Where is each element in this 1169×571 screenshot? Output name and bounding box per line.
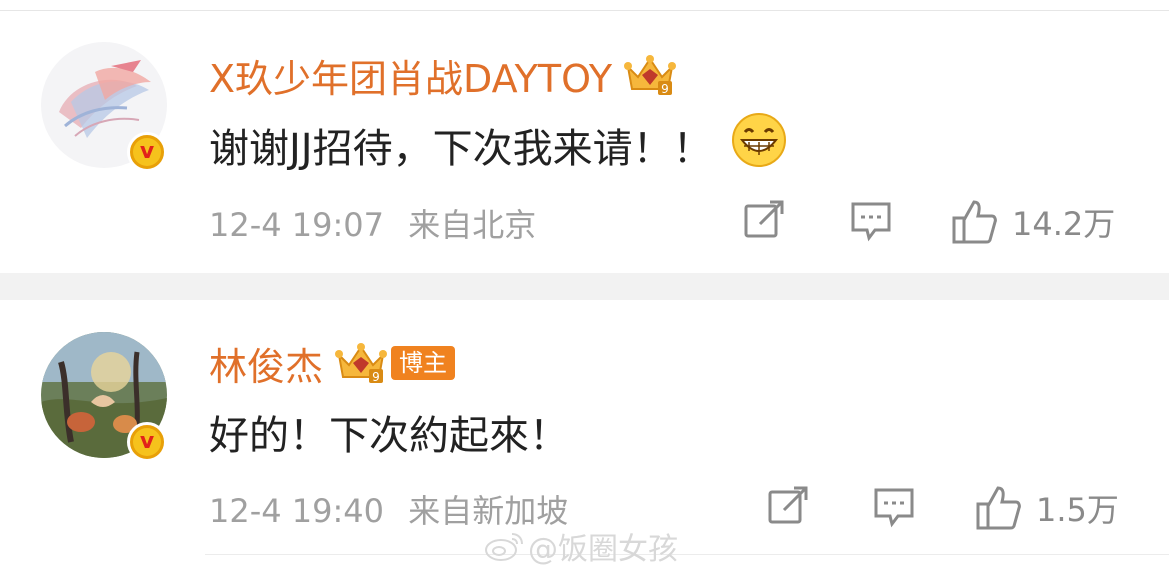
avatar[interactable]: v xyxy=(41,332,167,462)
like-count: 14.2万 xyxy=(1012,205,1116,243)
comment-text: 谢谢JJ招待，下次我来请！！ xyxy=(209,126,713,172)
share-icon xyxy=(744,200,784,238)
comment-text: 好的！下次約起來！ xyxy=(209,413,569,459)
svg-text:9: 9 xyxy=(372,370,380,384)
verified-badge: v xyxy=(127,132,167,172)
comment-icon xyxy=(851,202,891,242)
verified-badge: v xyxy=(127,422,167,462)
bottom-divider xyxy=(205,554,1169,555)
comment-icon xyxy=(874,488,914,528)
share-icon xyxy=(768,486,808,524)
like-button[interactable]: 1.5万 xyxy=(974,484,1119,532)
crown-level-icon: 9 xyxy=(333,341,389,385)
thumbs-up-icon xyxy=(976,486,1021,530)
comment-text-row: 好的！下次約起來！ xyxy=(209,404,569,460)
svg-text:9: 9 xyxy=(661,82,669,96)
thumbs-up-icon xyxy=(952,200,997,244)
crown-level-icon: 9 xyxy=(622,53,678,97)
timestamp: 12-4 19:07 xyxy=(209,206,385,244)
like-button[interactable]: 14.2万 xyxy=(950,198,1115,246)
username-row: 林俊杰 9 博主 xyxy=(209,336,456,391)
watermark: @饭圈女孩 xyxy=(484,524,678,568)
share-button[interactable] xyxy=(766,484,810,528)
share-button[interactable] xyxy=(742,198,786,242)
watermark-text: @饭圈女孩 xyxy=(528,532,678,567)
blogger-badge: 博主 xyxy=(391,346,456,380)
like-count: 1.5万 xyxy=(1036,491,1119,529)
grinning-face-icon xyxy=(731,112,787,178)
location: 来自北京 xyxy=(408,206,537,244)
username-row: X玖少年团肖战DAYTOY 9 xyxy=(209,48,678,103)
comment-text-row: 谢谢JJ招待，下次我来请！！ xyxy=(209,113,787,173)
comment-item: v X玖少年团肖战DAYTOY 9 谢谢JJ招待，下次我来请！！ 12-4 19… xyxy=(0,0,1169,272)
timestamp: 12-4 19:40 xyxy=(209,492,385,530)
avatar[interactable]: v xyxy=(41,42,167,172)
section-separator xyxy=(0,273,1169,300)
reply-button[interactable] xyxy=(872,484,916,528)
comment-meta: 12-4 19:07 来自北京 xyxy=(209,200,536,246)
weibo-logo-icon xyxy=(485,533,523,561)
reply-button[interactable] xyxy=(849,198,893,242)
username[interactable]: 林俊杰 xyxy=(209,336,323,391)
username[interactable]: X玖少年团肖战DAYTOY xyxy=(209,48,612,103)
